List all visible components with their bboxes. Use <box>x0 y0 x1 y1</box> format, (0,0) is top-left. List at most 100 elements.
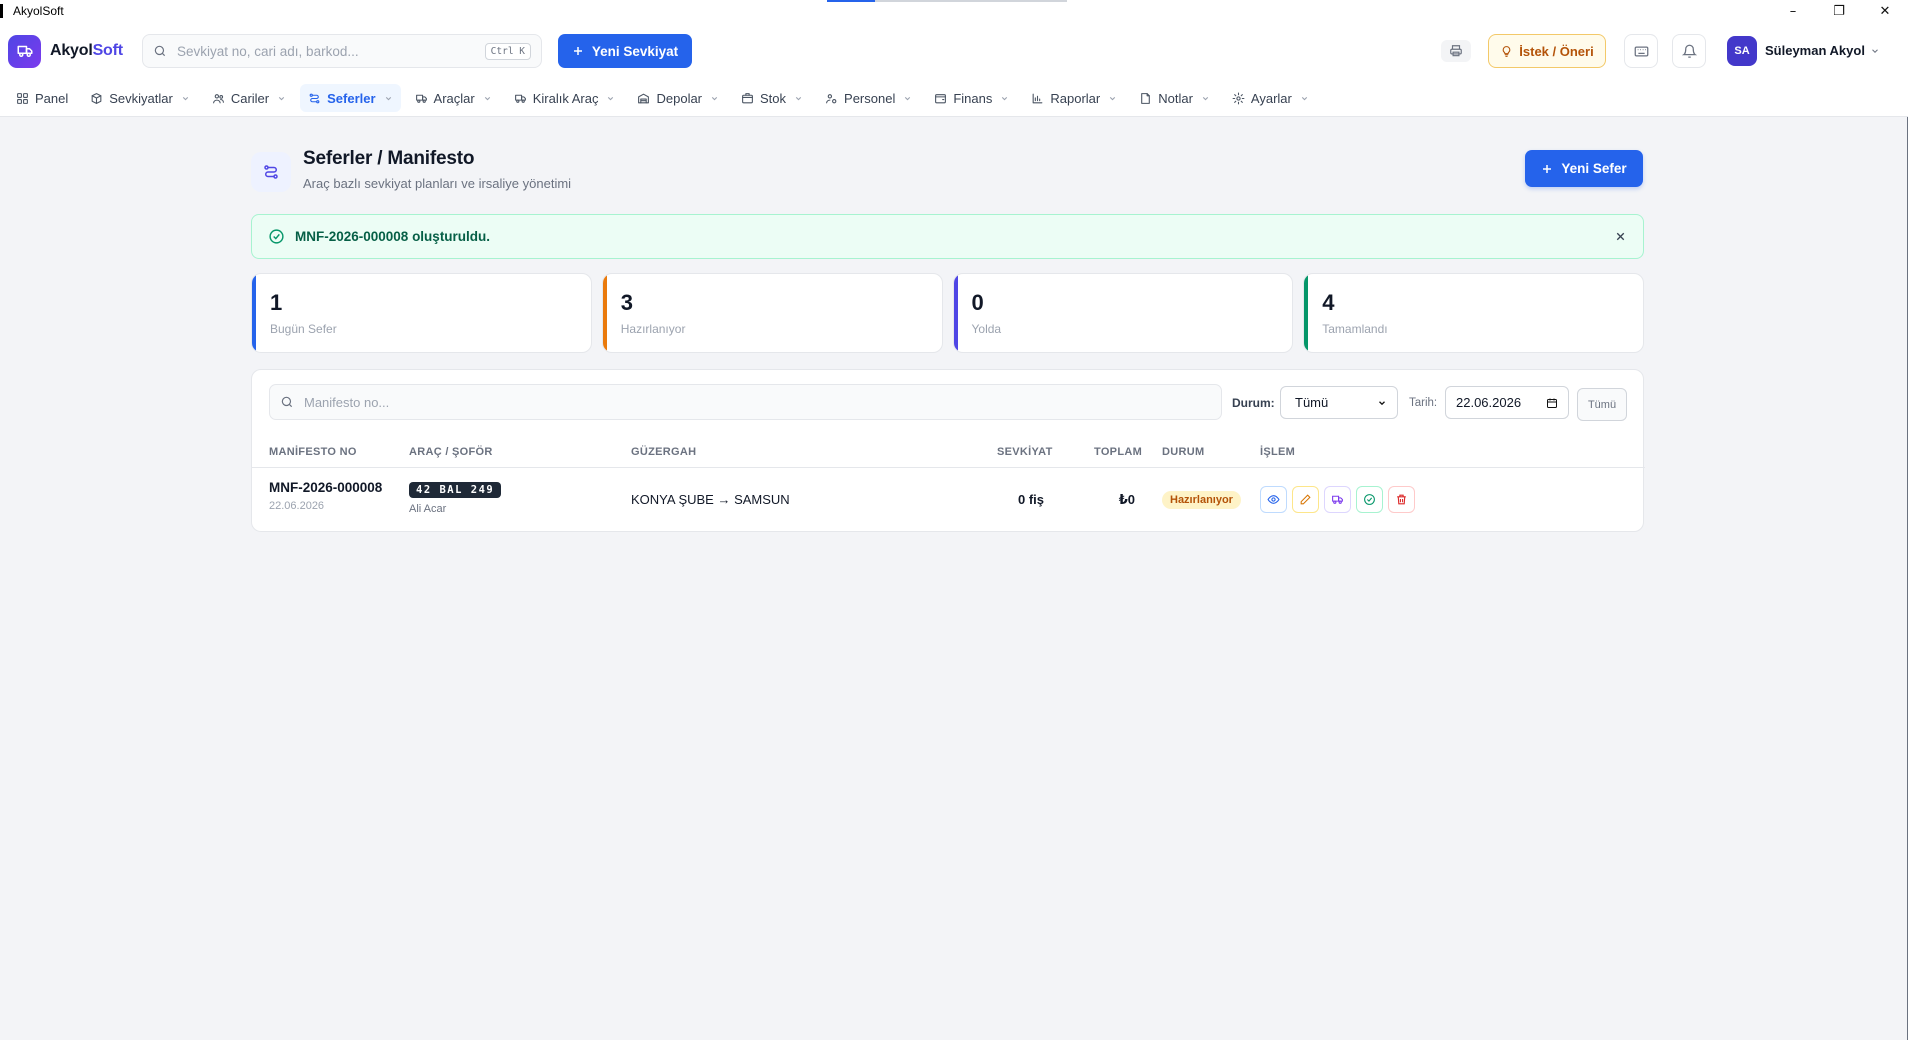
package-icon <box>742 92 753 103</box>
route-icon <box>309 93 320 103</box>
chevron-down-icon <box>278 96 285 100</box>
nav-item-label: Raporlar <box>1050 90 1101 106</box>
minimize-button[interactable]: – <box>1770 0 1816 22</box>
global-search-input[interactable]: Sevkiyat no, cari adı, barkod... Ctrl K <box>142 34 542 68</box>
close-window-button[interactable]: ✕ <box>1862 0 1908 22</box>
users-icon <box>212 93 224 103</box>
window-title: AkyolSoft <box>0 4 64 18</box>
page-header: Seferler / Manifesto Araç bazlı sevkiyat… <box>251 148 1644 198</box>
shipment-count: 0 fiş <box>1017 492 1044 507</box>
table-header: MANİFESTO NO ARAÇ / ŞOFÖR GÜZERGAH SEVKİ… <box>252 434 1645 468</box>
nav-item-label: Depolar <box>656 90 703 106</box>
notifications-button[interactable] <box>1672 34 1706 68</box>
dispatch-button[interactable] <box>1324 486 1351 513</box>
chevron-down-icon[interactable] <box>1870 46 1880 56</box>
status-filter-select[interactable]: Tümü <box>1280 386 1398 419</box>
stats-row: 1 Bugün Sefer 3 Hazırlanıyor 0 Yolda 4 T… <box>251 273 1644 353</box>
stat-card-preparing: 3 Hazırlanıyor <box>601 273 943 353</box>
stat-label: Tamamlandı <box>1322 322 1388 336</box>
search-shortcut: Ctrl K <box>484 42 531 60</box>
stat-label: Bugün Sefer <box>270 322 337 336</box>
logo-text[interactable]: AkyolSoft <box>50 42 123 60</box>
date-filter-input[interactable]: 22.06.2026 <box>1445 386 1569 419</box>
manifest-date: 22.06.2026 <box>269 500 325 512</box>
success-alert: MNF-2026-000008 oluşturuldu. <box>251 214 1644 259</box>
nav-item-label: Notlar <box>1158 90 1193 106</box>
nav-item-depolar[interactable]: Depolar <box>629 84 727 112</box>
column-header: DURUM <box>1162 446 1205 458</box>
close-icon[interactable] <box>1614 230 1627 243</box>
bell-icon <box>1681 44 1697 58</box>
new-trip-button[interactable]: Yeni Sefer <box>1525 150 1643 187</box>
all-dates-button[interactable]: Tümü <box>1577 388 1627 421</box>
nav-item-sevkiyatlar[interactable]: Sevkiyatlar <box>82 84 198 112</box>
nav-item-panel[interactable]: Panel <box>8 84 76 112</box>
column-header: İŞLEM <box>1260 446 1296 458</box>
driver-name: Ali Acar <box>409 503 447 515</box>
box-icon <box>91 92 102 104</box>
complete-button[interactable] <box>1356 486 1383 513</box>
logo-icon[interactable] <box>8 34 41 68</box>
note-icon <box>1141 92 1151 104</box>
table-row[interactable]: MNF-2026-000008 22.06.2026 42 BAL 249 Al… <box>252 468 1645 532</box>
print-button[interactable] <box>1441 40 1471 62</box>
maximize-button[interactable]: ❐ <box>1816 0 1862 22</box>
nav-item-label: Kiralık Araç <box>532 90 599 106</box>
pencil-icon <box>1300 494 1311 505</box>
os-title-bar: AkyolSoft – ❐ ✕ <box>0 0 1908 22</box>
avatar[interactable]: SA <box>1727 36 1757 66</box>
user-cog-icon <box>826 93 837 103</box>
chevron-down-icon <box>795 96 802 100</box>
column-header: ARAÇ / ŞOFÖR <box>409 446 493 458</box>
nav-item-stok[interactable]: Stok <box>733 84 811 112</box>
main-nav: Panel Sevkiyatlar Cariler Seferler Araçlar Ki… <box>0 80 1908 117</box>
nav-item-label: Cariler <box>230 90 270 106</box>
nav-item-seferler[interactable]: Seferler <box>300 84 401 112</box>
vehicle-plate: 42 BAL 249 <box>409 482 502 498</box>
chart-icon <box>1033 93 1043 103</box>
trash-icon <box>1397 494 1406 505</box>
status-badge: Hazırlanıyor <box>1162 491 1241 509</box>
manifest-search-placeholder: Manifesto no... <box>304 394 390 410</box>
nav-item-kiralık-araç[interactable]: Kiralık Araç <box>506 84 624 112</box>
truck-icon <box>415 94 427 103</box>
nav-item-cariler[interactable]: Cariler <box>204 84 294 112</box>
keyboard-button[interactable] <box>1624 34 1658 68</box>
keyboard-icon <box>1634 46 1648 56</box>
plus-icon <box>573 47 582 55</box>
suggestion-button[interactable]: İstek / Öneri <box>1488 34 1606 68</box>
nav-item-label: Sevkiyatlar <box>109 90 173 106</box>
nav-item-notlar[interactable]: Notlar <box>1131 84 1218 112</box>
eye-icon <box>1267 495 1280 504</box>
nav-item-label: Stok <box>760 90 787 106</box>
nav-item-personel[interactable]: Personel <box>817 84 920 112</box>
search-placeholder: Sevkiyat no, cari adı, barkod... <box>177 43 359 59</box>
delete-button[interactable] <box>1388 486 1415 513</box>
nav-item-araçlar[interactable]: Araçlar <box>407 84 500 112</box>
nav-item-label: Ayarlar <box>1250 90 1292 106</box>
chevron-down-icon <box>1110 96 1116 100</box>
column-header: GÜZERGAH <box>631 446 697 458</box>
manifest-search-input[interactable]: Manifesto no... <box>269 384 1222 420</box>
nav-item-finans[interactable]: Finans <box>926 84 1017 112</box>
search-icon <box>281 396 293 408</box>
chevron-down-icon <box>905 96 911 100</box>
nav-item-raporlar[interactable]: Raporlar <box>1023 84 1125 112</box>
printer-icon <box>1450 45 1462 57</box>
view-button[interactable] <box>1260 486 1287 513</box>
nav-item-label: Araçlar <box>433 90 475 106</box>
edit-button[interactable] <box>1292 486 1319 513</box>
check-circle-icon <box>1364 494 1375 505</box>
stat-value: 3 <box>620 290 633 315</box>
page-title: Seferler / Manifesto <box>303 148 475 169</box>
truck-icon <box>1332 495 1343 504</box>
user-name[interactable]: Süleyman Akyol <box>1765 43 1865 58</box>
lightbulb-icon <box>1502 45 1511 57</box>
chevron-down-icon <box>1301 96 1308 100</box>
manifest-no[interactable]: MNF-2026-000008 <box>269 480 382 495</box>
stat-value: 0 <box>971 290 984 315</box>
check-circle-icon <box>269 229 284 244</box>
calendar-icon[interactable] <box>1546 397 1558 409</box>
new-shipment-button[interactable]: Yeni Sevkiyat <box>558 34 692 68</box>
nav-item-ayarlar[interactable]: Ayarlar <box>1224 84 1317 112</box>
